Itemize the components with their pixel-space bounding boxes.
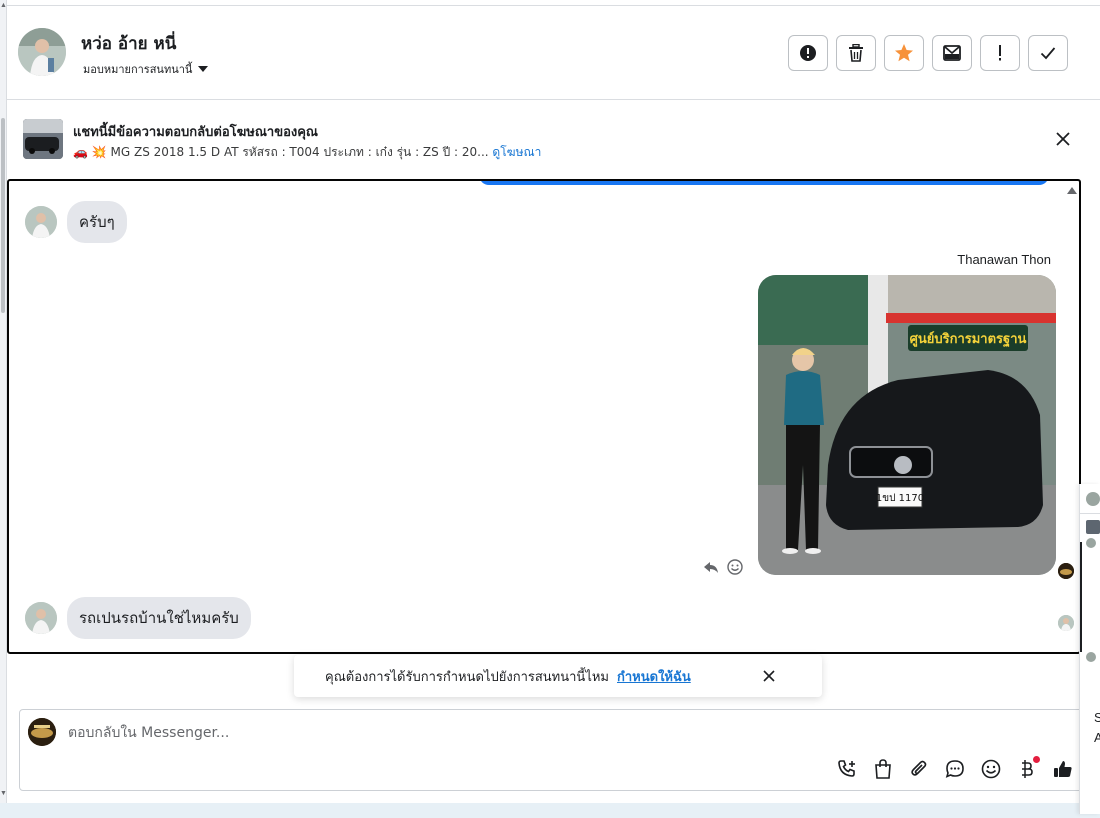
- check-icon: [1040, 47, 1056, 60]
- previous-message-bubble: [479, 181, 1049, 185]
- assign-conversation-dropdown[interactable]: มอบหมายการสนทนานี้: [83, 60, 209, 78]
- shopping-bag-icon[interactable]: [872, 758, 894, 780]
- phone-plus-icon[interactable]: [836, 758, 858, 780]
- composer-toolbar: [836, 756, 1074, 780]
- alert-circle-icon: [800, 45, 816, 61]
- message-row-contact: รถเปนรถบ้านใช่ไหมครับ: [25, 597, 251, 639]
- contact-avatar-small[interactable]: [25, 602, 57, 634]
- mark-unread-button[interactable]: [932, 35, 972, 71]
- message-row-contact: ครับๆ: [25, 201, 127, 243]
- divider: [1080, 542, 1082, 652]
- delete-button[interactable]: [836, 35, 876, 71]
- header-actions: [788, 35, 1068, 71]
- bottom-strip: [0, 803, 1100, 818]
- assign-label: มอบหมายการสนทนานี้: [83, 63, 193, 76]
- mark-done-button[interactable]: [1028, 35, 1068, 71]
- baht-icon[interactable]: [1016, 756, 1040, 780]
- contact-name: หว่อ อ้าย หนี่: [81, 34, 177, 54]
- view-ad-link[interactable]: ดูโฆษณา: [492, 145, 541, 159]
- reply-composer: [19, 709, 1089, 791]
- truncated-text: S: [1094, 710, 1100, 725]
- message-actions: [703, 559, 743, 575]
- divider: [1080, 513, 1100, 514]
- toast-text: คุณต้องการได้รับการกำหนดไปยังการสนทนานี้…: [325, 669, 609, 685]
- ad-thumbnail[interactable]: [23, 119, 63, 159]
- side-panel-partial: S A: [1079, 484, 1100, 814]
- page-avatar-read-receipt: [1058, 563, 1074, 579]
- ad-reply-banner: แชทนี้มีข้อความตอบกลับต่อโฆษณาของคุณ 🚗 💥…: [7, 100, 1100, 179]
- thumbs-up-icon[interactable]: [1052, 758, 1074, 780]
- trash-icon: [849, 44, 863, 62]
- message-photo[interactable]: ศูนย์บริการมาตรฐาน 1ขป 1170: [758, 275, 1056, 575]
- star-icon: [895, 44, 913, 62]
- page-avatar: [28, 718, 56, 746]
- priority-button[interactable]: [980, 35, 1020, 71]
- left-scrollbar[interactable]: ▲ ▼: [0, 0, 7, 818]
- assign-toast: คุณต้องการได้รับการกำหนดไปยังการสนทนานี้…: [294, 655, 822, 697]
- avatar[interactable]: [1086, 492, 1100, 506]
- ad-banner-title: แชทนี้มีข้อความตอบกลับต่อโฆษณาของคุณ: [73, 125, 318, 140]
- notification-dot: [1033, 756, 1040, 763]
- react-emoji-icon[interactable]: [727, 559, 743, 575]
- inbox-conversation-view: ▲ ▼ หว่อ อ้าย หนี่ มอบหมายการสนทนานี้ แช…: [0, 0, 1100, 818]
- report-spam-button[interactable]: [788, 35, 828, 71]
- emoji-icon[interactable]: [980, 758, 1002, 780]
- contact-avatar-read-receipt: [1058, 615, 1074, 631]
- exclamation-icon: [999, 45, 1001, 61]
- reply-icon[interactable]: [703, 559, 719, 575]
- reply-input[interactable]: [68, 722, 968, 744]
- license-plate-text: 1ขป 1170: [876, 493, 924, 504]
- caret-down-icon: [198, 66, 209, 72]
- contact-avatar[interactable]: [18, 28, 66, 76]
- avatar[interactable]: [1086, 652, 1096, 662]
- paperclip-icon[interactable]: [908, 758, 930, 780]
- ad-description-text: 🚗 💥 MG ZS 2018 1.5 D AT รหัสรถ : T004 ปร…: [73, 145, 489, 159]
- scroll-up-arrow-icon[interactable]: ▲: [0, 2, 7, 9]
- thread-scroll-up-icon[interactable]: [1067, 187, 1077, 194]
- message-bubble[interactable]: รถเปนรถบ้านใช่ไหมครับ: [67, 597, 251, 639]
- conversation-header: หว่อ อ้าย หนี่ มอบหมายการสนทนานี้: [7, 6, 1100, 100]
- contact-avatar-small[interactable]: [25, 206, 57, 238]
- close-icon[interactable]: [1054, 130, 1072, 148]
- sender-name: Thanawan Thon: [957, 252, 1051, 267]
- follow-up-star-button[interactable]: [884, 35, 924, 71]
- message-bubble[interactable]: ครับๆ: [67, 201, 127, 243]
- chat-bubble-icon[interactable]: [944, 758, 966, 780]
- assign-to-me-link[interactable]: กำหนดให้ฉัน: [617, 666, 691, 687]
- close-icon[interactable]: [762, 669, 776, 683]
- mark-unread-icon: [943, 45, 961, 61]
- avatar[interactable]: [1086, 538, 1096, 548]
- scrollbar-thumb[interactable]: [1, 118, 5, 313]
- avatar[interactable]: [1086, 520, 1100, 534]
- ad-banner-description: 🚗 💥 MG ZS 2018 1.5 D AT รหัสรถ : T004 ปร…: [73, 143, 541, 162]
- truncated-text: A: [1094, 730, 1100, 745]
- scroll-down-arrow-icon[interactable]: ▼: [0, 790, 7, 797]
- photo-sign-text: ศูนย์บริการมาตรฐาน: [910, 331, 1027, 348]
- message-thread[interactable]: ครับๆ Thanawan Thon ศูนย์บริการมาตรฐาน 1…: [7, 179, 1081, 654]
